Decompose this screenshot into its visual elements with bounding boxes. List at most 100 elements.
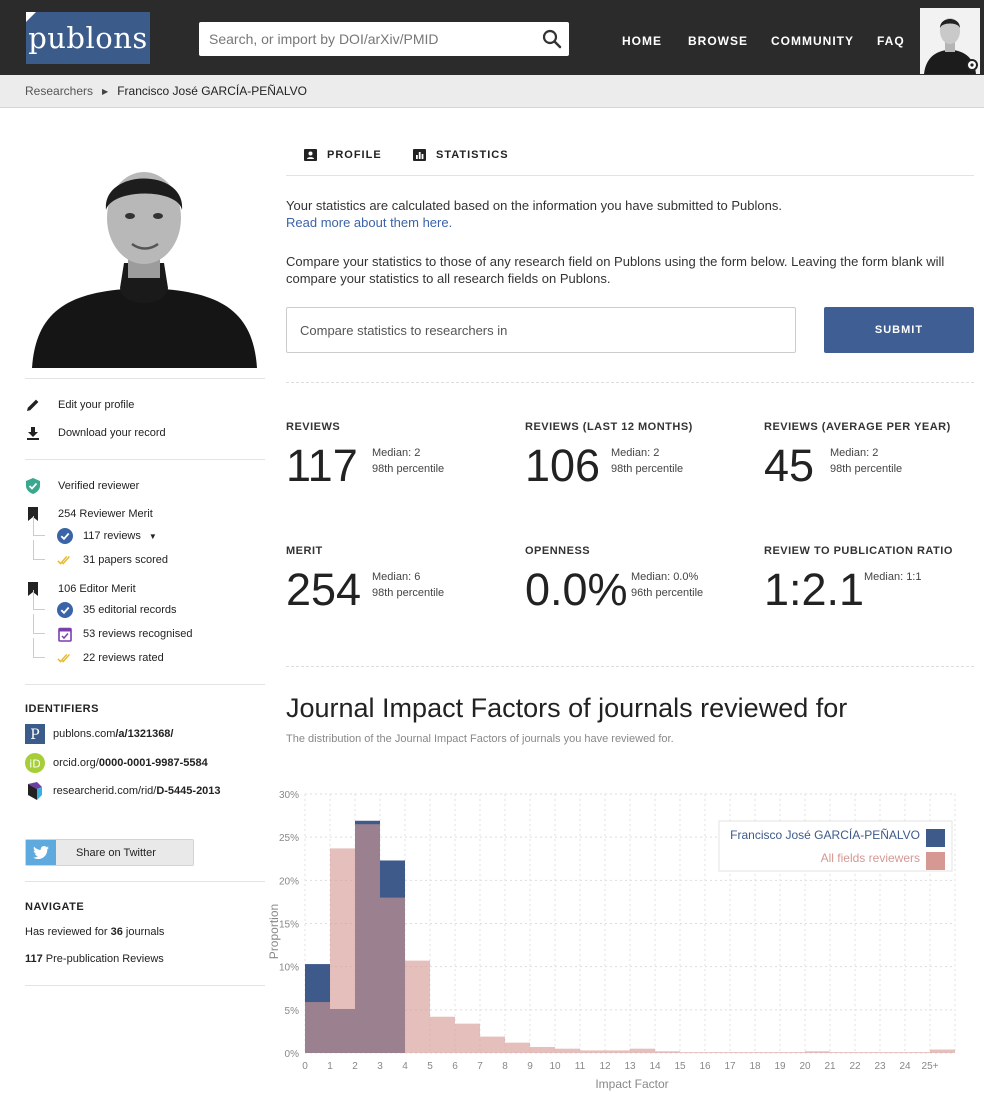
bar-all-fields xyxy=(505,1042,530,1053)
bar-all-fields xyxy=(780,1052,805,1053)
navigate-journals-pre: Has reviewed for xyxy=(25,926,111,938)
verified-label: Verified reviewer xyxy=(58,480,140,492)
download-record-link[interactable]: Download your record xyxy=(25,425,166,441)
bar-all-fields xyxy=(405,960,430,1053)
reviews-rated-label: 22 reviews rated xyxy=(83,652,164,664)
publons-p-icon: P xyxy=(25,724,45,744)
x-axis-label: Impact Factor xyxy=(595,1077,668,1091)
bar-all-fields xyxy=(680,1052,705,1053)
bar-all-fields xyxy=(605,1050,630,1053)
edit-profile-label: Edit your profile xyxy=(58,399,135,411)
navigate-journals-post: journals xyxy=(122,926,165,938)
x-tick-label: 19 xyxy=(774,1061,786,1072)
search-bar[interactable] xyxy=(199,22,569,56)
bar-all-fields xyxy=(930,1049,955,1053)
breadcrumb-current: Francisco José GARCÍA-PEÑALVO xyxy=(117,84,308,98)
verified-reviewer: Verified reviewer xyxy=(25,478,139,494)
navigate-reviews-link[interactable]: 117 Pre-publication Reviews xyxy=(25,953,164,965)
researcherid-prefix: researcherid.com/rid/ xyxy=(53,785,157,797)
stat-median: Median: 2 98th percentile xyxy=(611,447,684,475)
y-tick-label: 25% xyxy=(279,833,299,844)
reviewer-merit-label: 254 Reviewer Merit xyxy=(58,508,153,520)
search-input[interactable] xyxy=(199,22,535,56)
user-avatar[interactable] xyxy=(920,8,980,74)
stat-median: Median: 1:1 xyxy=(864,571,922,583)
editorial-records: 35 editorial records xyxy=(33,590,177,618)
edit-profile-link[interactable]: Edit your profile xyxy=(25,397,134,413)
x-tick-label: 3 xyxy=(377,1061,383,1072)
verified-shield-icon xyxy=(25,478,41,494)
bar-all-fields xyxy=(580,1050,605,1053)
breadcrumb: Researchers ▶ Francisco José GARCÍA-PEÑA… xyxy=(0,75,984,108)
divider xyxy=(25,684,265,685)
compare-field-input[interactable] xyxy=(286,307,796,353)
reviews-recognised-label: 53 reviews recognised xyxy=(83,628,193,640)
impact-factor-chart: 0%5%10%15%20%25%30%0 1 2 3 4 5 6 7 8 9 10 11 12 13 14 1… xyxy=(267,790,956,1091)
navigate-journals-link[interactable]: Has reviewed for 36 journals xyxy=(25,926,164,938)
submit-button[interactable]: SUBMIT xyxy=(824,307,974,353)
legend-swatch-author xyxy=(926,829,945,847)
nav-home[interactable]: HOME xyxy=(622,34,662,48)
bar-all-fields xyxy=(830,1052,855,1053)
reviews-count-label: 117 reviews xyxy=(83,530,141,542)
bar-all-fields xyxy=(630,1048,655,1053)
x-tick-label: 17 xyxy=(724,1061,736,1072)
tab-profile[interactable]: PROFILE xyxy=(304,149,382,161)
papers-scored-label: 31 papers scored xyxy=(83,554,168,566)
bar-all-fields xyxy=(705,1052,730,1053)
identifiers-title: IDENTIFIERS xyxy=(25,703,99,715)
nav-browse[interactable]: BROWSE xyxy=(688,34,748,48)
read-more-link[interactable]: Read more about them here. xyxy=(286,215,452,230)
orcid-link[interactable]: iD orcid.org/0000-0001-9987-5584 xyxy=(25,753,208,773)
stat-label: REVIEWS (LAST 12 MONTHS) xyxy=(525,421,693,433)
breadcrumb-researchers[interactable]: Researchers xyxy=(25,84,93,98)
x-tick-label: 5 xyxy=(427,1061,433,1072)
tab-statistics[interactable]: STATISTICS xyxy=(413,149,509,161)
divider xyxy=(286,382,974,383)
intro-text: Your statistics are calculated based on … xyxy=(286,197,974,231)
caret-down-icon: ▼ xyxy=(148,531,157,541)
stat-value: 254 xyxy=(286,564,362,615)
share-twitter-label: Share on Twitter xyxy=(76,846,156,859)
publons-logo[interactable]: publons xyxy=(26,12,150,64)
twitter-bird-icon xyxy=(26,840,56,865)
y-tick-label: 15% xyxy=(279,920,299,931)
profile-card-icon xyxy=(304,149,317,161)
divider xyxy=(286,666,974,667)
x-tick-label: 11 xyxy=(575,1061,586,1072)
nav-faq[interactable]: FAQ xyxy=(877,34,905,48)
x-tick-label: 16 xyxy=(699,1061,711,1072)
x-tick-label: 9 xyxy=(527,1061,533,1072)
orcid-prefix: orcid.org/ xyxy=(53,757,99,769)
bar-chart-icon xyxy=(413,149,426,161)
x-tick-label: 4 xyxy=(402,1061,408,1072)
check-circle-icon xyxy=(57,602,73,618)
bar-all-fields xyxy=(480,1036,505,1053)
x-tick-label: 7 xyxy=(477,1061,483,1072)
svg-text:iD: iD xyxy=(29,758,41,771)
researcherid-link[interactable]: researcherid.com/rid/D-5445-2013 xyxy=(25,781,221,801)
share-twitter-button[interactable]: Share on Twitter xyxy=(25,839,194,866)
tab-statistics-label: STATISTICS xyxy=(436,149,509,161)
divider xyxy=(25,881,265,882)
researcherid-icon xyxy=(25,781,45,801)
navigate-reviews-post: Pre-publication Reviews xyxy=(42,953,164,965)
stat-value: 0.0% xyxy=(525,564,628,615)
bar-all-fields xyxy=(730,1052,755,1053)
search-icon[interactable] xyxy=(535,22,569,56)
nav-community[interactable]: COMMUNITY xyxy=(771,34,854,48)
x-tick-label: 20 xyxy=(799,1061,811,1072)
stat-value: 45 xyxy=(764,440,815,491)
y-tick-label: 5% xyxy=(285,1006,300,1017)
compare-description: Compare your statistics to those of any … xyxy=(286,254,945,286)
bar-all-fields xyxy=(380,897,405,1053)
bar-all-fields xyxy=(555,1048,580,1053)
publons-id-link[interactable]: P publons.com/a/1321368/ xyxy=(25,724,174,744)
reviews-count-dropdown[interactable]: 117 reviews ▼ xyxy=(33,516,157,544)
stat-median: Median: 0.0% 96th percentile xyxy=(631,571,704,599)
divider xyxy=(25,378,265,379)
x-tick-label: 13 xyxy=(624,1061,636,1072)
stat-value: 1:2.1 xyxy=(764,564,865,615)
orcid-icon: iD xyxy=(25,753,45,773)
stat-value: 106 xyxy=(525,440,601,491)
